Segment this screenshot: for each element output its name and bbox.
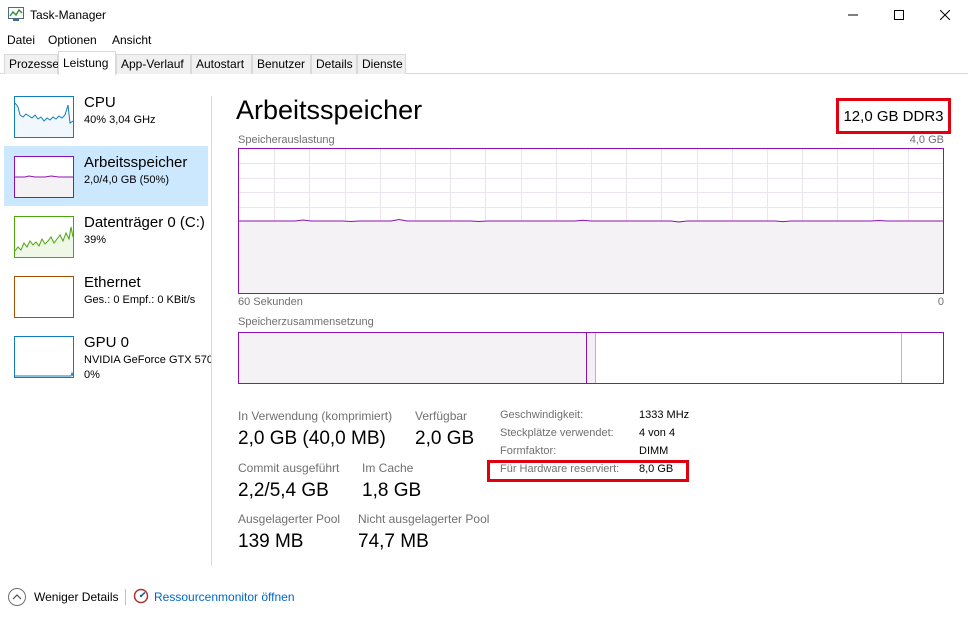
composition-modified[interactable]	[587, 333, 596, 383]
memory-usage-graph	[238, 148, 944, 294]
sidebar-item-label: Ethernet	[84, 274, 141, 291]
sidebar-item-detail: 2,0/4,0 GB (50%)	[84, 174, 169, 186]
memory-composition-bar	[238, 332, 944, 384]
cpu-thumbnail-graph	[14, 96, 74, 138]
fewer-details-link[interactable]: Weniger Details	[34, 590, 118, 604]
maximize-icon	[894, 10, 904, 20]
sidebar-item-label: Datenträger 0 (C:)	[84, 214, 205, 231]
cached-value: 1,8 GB	[362, 480, 422, 501]
title-bar: Task-Manager	[0, 0, 968, 30]
in-use-label: In Verwendung (komprimiert)	[238, 409, 393, 423]
fewer-details-button[interactable]	[8, 588, 26, 606]
memory-type-label: 12,0 GB DDR3	[836, 98, 951, 134]
composition-label: Speicherzusammensetzung	[238, 316, 374, 328]
tab-prozesse[interactable]: Prozesse	[4, 54, 59, 74]
composition-free[interactable]	[902, 333, 943, 383]
disk-thumbnail-graph	[14, 216, 74, 258]
resource-monitor-link[interactable]: Ressourcenmonitor öffnen	[154, 590, 295, 604]
maximize-button[interactable]	[876, 0, 922, 30]
sidebar-item-detail: NVIDIA GeForce GTX 570	[84, 354, 212, 366]
tab-autostart[interactable]: Autostart	[191, 54, 252, 74]
slots-label: Steckplätze verwendet:	[500, 427, 614, 439]
form-factor-label: Formfaktor:	[500, 445, 557, 457]
sidebar-item-label: GPU 0	[84, 334, 130, 351]
minimize-icon	[848, 14, 858, 16]
resource-monitor-icon	[133, 588, 149, 604]
tab-leistung[interactable]: Leistung	[58, 51, 116, 75]
sidebar-item-memory[interactable]: Arbeitsspeicher 2,0/4,0 GB (50%)	[4, 146, 208, 206]
time-span-label: 60 Sekunden	[238, 296, 303, 308]
memory-thumbnail-graph	[14, 156, 74, 198]
footer-divider	[125, 589, 126, 605]
composition-in-use[interactable]	[239, 333, 587, 383]
ethernet-thumbnail-graph	[14, 276, 74, 318]
time-end-label: 0	[937, 296, 944, 308]
available-value: 2,0 GB	[415, 428, 475, 449]
form-factor-value: DIMM	[639, 445, 669, 457]
close-button[interactable]	[922, 0, 968, 30]
menu-datei[interactable]: Datei	[7, 33, 35, 47]
page-title: Arbeitsspeicher	[236, 95, 423, 125]
sidebar-item-label: CPU	[84, 94, 116, 111]
cached-label: Im Cache	[362, 461, 414, 475]
menu-ansicht[interactable]: Ansicht	[112, 33, 151, 47]
nonpaged-pool-value: 74,7 MB	[358, 531, 429, 552]
sidebar-item-ethernet[interactable]: Ethernet Ges.: 0 Empf.: 0 KBit/s	[4, 266, 208, 326]
available-label: Verfügbar	[415, 409, 468, 423]
sidebar-item-detail: Ges.: 0 Empf.: 0 KBit/s	[84, 294, 196, 306]
sidebar-item-gpu[interactable]: GPU 0 NVIDIA GeForce GTX 570 0%	[4, 326, 212, 386]
footer-bar: Weniger Details Ressourcenmonitor öffnen	[0, 580, 968, 616]
sidebar-item-detail: 39%	[84, 234, 107, 246]
committed-value: 2,2/5,4 GB	[238, 480, 329, 501]
menu-optionen[interactable]: Optionen	[48, 33, 97, 47]
composition-standby[interactable]	[596, 333, 902, 383]
paged-pool-label: Ausgelagerter Pool	[238, 512, 341, 526]
committed-label: Commit ausgeführt	[238, 461, 340, 475]
gpu-thumbnail-graph	[14, 336, 74, 378]
tab-benutzer[interactable]: Benutzer	[252, 54, 311, 74]
tab-app-verlauf[interactable]: App-Verlauf	[116, 54, 191, 74]
paged-pool-value: 139 MB	[238, 531, 304, 552]
sidebar-item-disk[interactable]: Datenträger 0 (C:) 39%	[4, 206, 208, 266]
sidebar-item-detail: 40% 3,04 GHz	[84, 114, 156, 126]
hardware-reserved-highlight	[487, 460, 689, 482]
slots-value: 4 von 4	[639, 427, 676, 439]
tab-details[interactable]: Details	[311, 54, 357, 74]
speed-value: 1333 MHz	[639, 409, 690, 421]
usage-graph-label: Speicherauslastung	[238, 134, 335, 146]
minimize-button[interactable]	[830, 0, 876, 30]
sidebar-item-cpu[interactable]: CPU 40% 3,04 GHz	[4, 86, 208, 146]
tab-bar: Prozesse Leistung App-Verlauf Autostart …	[0, 50, 968, 75]
sidebar-item-label: Arbeitsspeicher	[84, 154, 188, 171]
window-title: Task-Manager	[30, 8, 107, 22]
sidebar-item-detail-2: 0%	[84, 369, 100, 381]
usage-graph-max: 4,0 GB	[909, 134, 944, 146]
in-use-value: 2,0 GB (40,0 MB)	[238, 428, 386, 449]
close-icon	[940, 10, 950, 20]
nonpaged-pool-label: Nicht ausgelagerter Pool	[358, 512, 490, 526]
taskmanager-icon	[8, 7, 24, 21]
speed-label: Geschwindigkeit:	[500, 409, 584, 421]
tab-dienste[interactable]: Dienste	[357, 54, 406, 74]
chevron-up-icon	[12, 594, 22, 600]
sidebar-divider	[211, 96, 212, 566]
menu-bar: Datei Optionen Ansicht	[0, 30, 968, 50]
